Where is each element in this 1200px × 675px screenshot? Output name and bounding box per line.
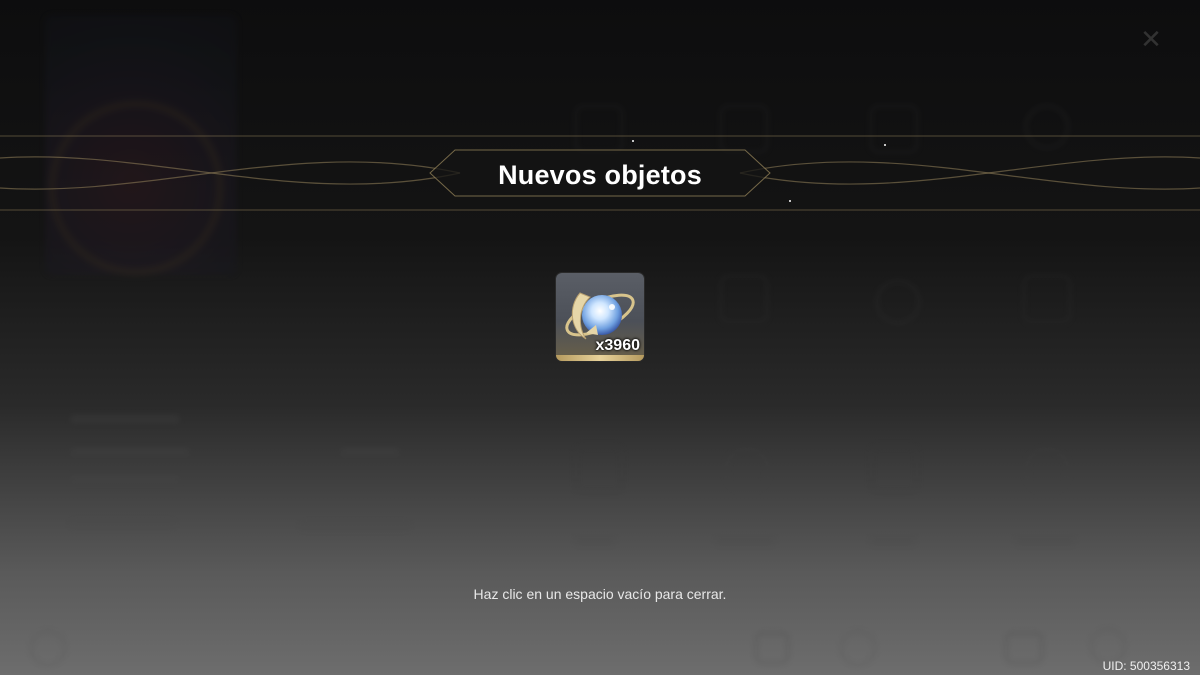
menu-icon [755, 632, 789, 664]
sparkle [884, 144, 886, 146]
menu-icon [840, 630, 876, 666]
rarity-band [556, 355, 644, 361]
menu-icon [876, 280, 920, 324]
menu-text [70, 475, 180, 483]
sparkle [632, 140, 634, 142]
player-uid: UID: 500356313 [1102, 659, 1190, 673]
menu-text [575, 537, 615, 545]
menu-icon [720, 275, 768, 323]
menu-text [870, 537, 915, 545]
reward-item-slot[interactable]: x3960 [556, 273, 644, 361]
dialog-title: Nuevos objetos [498, 160, 702, 190]
menu-icon [870, 445, 918, 493]
menu-icon [575, 445, 623, 493]
menu-icon [30, 630, 66, 666]
menu-icon [1023, 275, 1071, 323]
menu-icon [1025, 448, 1069, 492]
menu-icon [725, 448, 769, 492]
close-hint: Haz clic en un espacio vacío para cerrar… [473, 586, 727, 602]
sparkle [789, 200, 791, 202]
menu-icon [1005, 632, 1043, 664]
menu-text [70, 448, 190, 456]
menu-text [300, 522, 410, 530]
menu-text [1015, 537, 1075, 545]
menu-text [70, 415, 180, 423]
menu-text [715, 537, 775, 545]
close-icon: ✕ [1140, 24, 1162, 54]
menu-text [340, 448, 400, 456]
menu-text [70, 520, 175, 528]
item-quantity: x3960 [595, 337, 641, 354]
